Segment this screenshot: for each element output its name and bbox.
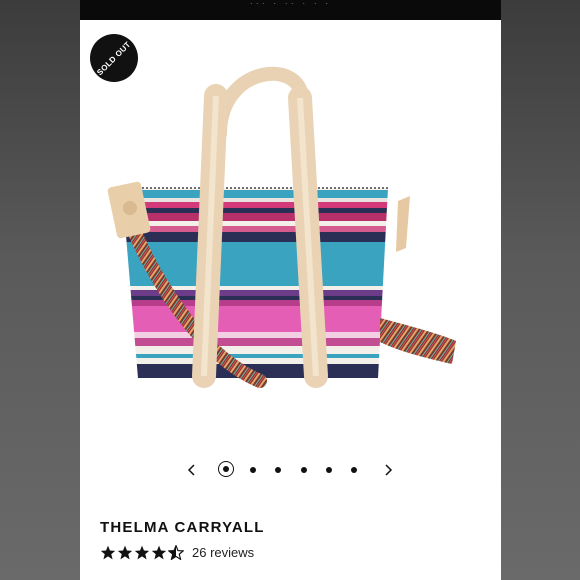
carousel-dot-5[interactable] (326, 467, 332, 473)
top-nav-bar: ··· · ·· · · · (80, 0, 501, 20)
product-rating[interactable]: 26 reviews (100, 542, 254, 562)
background-right (500, 0, 580, 580)
star-icon (134, 545, 150, 559)
image-carousel-nav (180, 458, 400, 482)
product-title: THELMA CARRYALL (100, 519, 265, 536)
crossbody-strap-right (380, 318, 456, 364)
product-page: ··· · ·· · · · SOLD OUT THELMA CARRYALL … (80, 0, 501, 580)
star-half-icon (168, 544, 184, 560)
tag-emblem (123, 201, 137, 215)
carousel-dot-3[interactable] (275, 467, 281, 473)
star-icon (117, 545, 133, 559)
carousel-dot-6[interactable] (351, 467, 357, 473)
sold-out-label: SOLD OUT (95, 39, 133, 77)
star-icon (100, 545, 116, 559)
reviews-count[interactable]: 26 reviews (192, 545, 254, 560)
product-image[interactable] (80, 56, 501, 396)
chevron-right-icon[interactable] (382, 460, 396, 480)
chevron-left-icon[interactable] (184, 460, 198, 480)
star-icon (151, 545, 167, 559)
star-rating (100, 544, 184, 560)
carousel-dot-1[interactable] (218, 461, 234, 477)
nav-bar-partial-text: ··· · ·· · · · (249, 0, 332, 6)
side-tab (396, 196, 410, 252)
background-left (0, 0, 80, 580)
carousel-dot-2[interactable] (250, 467, 256, 473)
carousel-dot-4[interactable] (301, 467, 307, 473)
sold-out-badge: SOLD OUT (90, 34, 138, 82)
